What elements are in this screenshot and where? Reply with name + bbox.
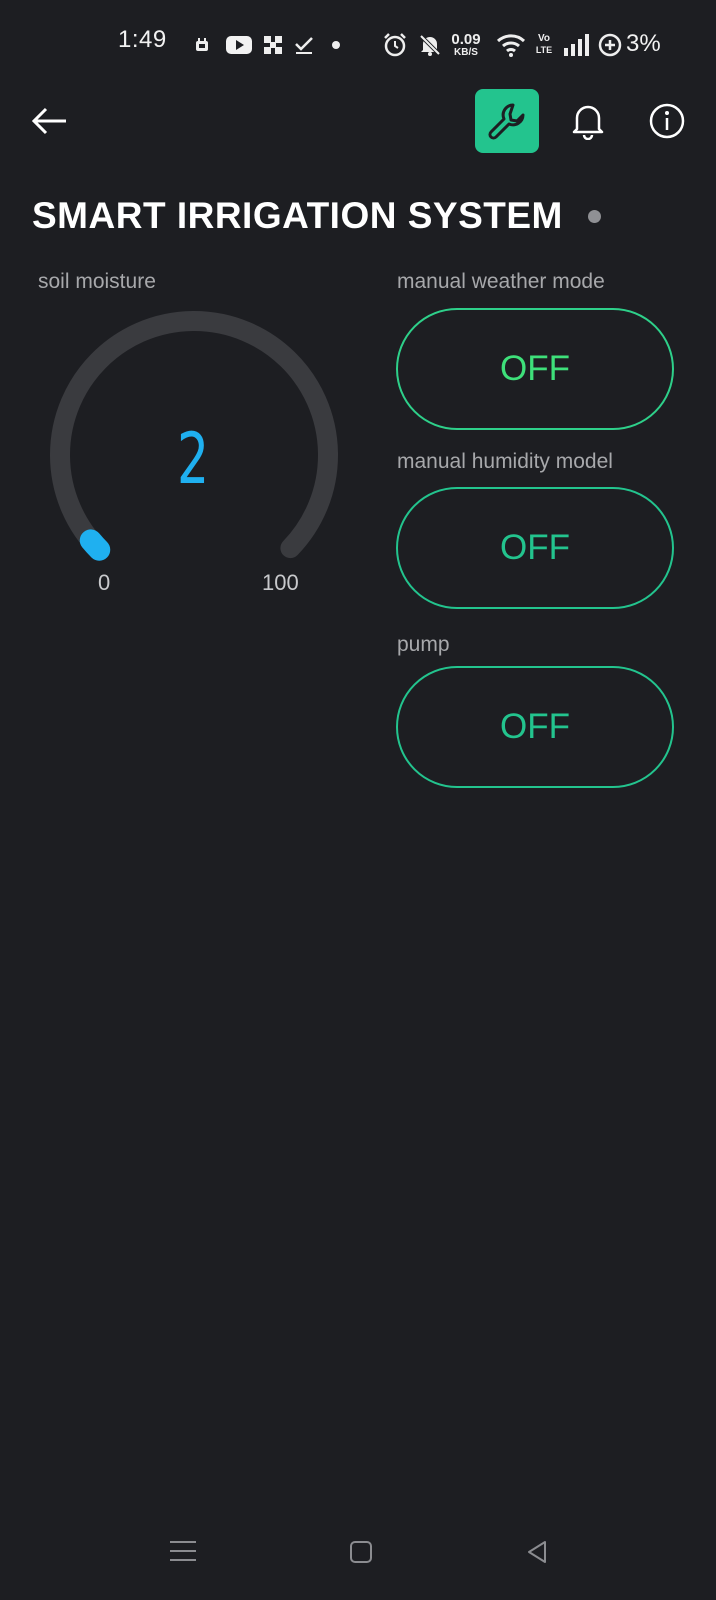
alarm-icon [384,33,406,57]
check-icon [295,37,313,54]
dot-icon [332,41,340,49]
settings-button[interactable] [475,89,539,153]
menu-icon[interactable] [170,1539,196,1563]
device-status-dot [588,210,601,223]
switch-state: OFF [500,707,570,746]
net-speed-value: 0.09 [451,31,481,48]
wifi-icon [496,34,526,57]
battery-level: 3% [626,30,661,57]
home-icon[interactable] [350,1541,372,1563]
bell-icon[interactable] [568,100,608,140]
app-icon [264,36,282,54]
back-icon[interactable] [525,1540,549,1564]
page-title: SMART IRRIGATION SYSTEM [32,195,563,236]
manual-weather-mode-switch[interactable]: OFF [396,308,674,430]
signal-icon [564,34,589,56]
gauge-fill [79,529,111,561]
notification-icon [196,38,208,51]
volte-top: Vo [537,33,551,44]
switch-label-pump: pump [397,633,450,656]
net-speed-unit: KB/S [454,47,478,58]
mute-icon [418,33,442,57]
switch-label-weather: manual weather mode [397,270,605,293]
gauge-value: 2 [176,418,210,500]
gauge-max: 100 [262,570,299,595]
status-time: 1:49 [118,26,167,53]
pump-switch[interactable]: OFF [396,666,674,788]
volte-bottom: LTE [535,45,553,55]
wrench-icon [488,103,525,140]
switch-state: OFF [500,528,570,567]
youtube-icon [226,36,252,54]
back-arrow-icon[interactable] [28,100,70,142]
switch-label-humidity: manual humidity model [397,450,613,473]
gauge-min: 0 [98,570,111,595]
battery-saver-icon [598,33,622,57]
gauge-label: soil moisture [38,270,156,293]
switch-state: OFF [500,349,570,388]
manual-humidity-model-switch[interactable]: OFF [396,487,674,609]
info-icon[interactable] [648,102,686,140]
